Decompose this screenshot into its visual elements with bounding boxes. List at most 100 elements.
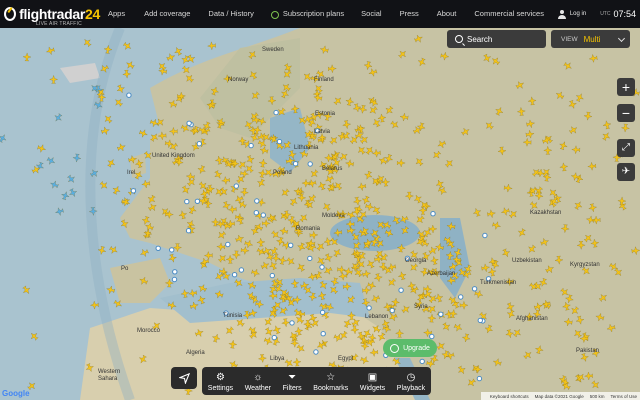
aircraft-icon[interactable]: [526, 119, 535, 129]
aircraft-icon[interactable]: [97, 246, 107, 256]
aircraft-icon[interactable]: [28, 330, 39, 341]
aircraft-icon[interactable]: [60, 190, 70, 201]
aircraft-icon[interactable]: [256, 178, 267, 189]
aircraft-icon[interactable]: [37, 144, 47, 154]
aircraft-icon[interactable]: [361, 195, 371, 205]
aircraft-icon[interactable]: [138, 128, 148, 138]
aircraft-icon[interactable]: [534, 345, 544, 355]
aircraft-icon[interactable]: [367, 281, 377, 291]
aircraft-icon[interactable]: [482, 53, 493, 64]
aircraft-icon[interactable]: [262, 246, 273, 257]
airport-marker[interactable]: [130, 188, 137, 194]
airport-marker[interactable]: [231, 272, 238, 278]
aircraft-icon[interactable]: [298, 212, 309, 223]
aircraft-icon[interactable]: [101, 126, 111, 136]
aircraft-icon[interactable]: [371, 204, 382, 215]
aircraft-icon[interactable]: [440, 51, 450, 61]
airport-marker[interactable]: [419, 358, 425, 365]
aircraft-icon[interactable]: [288, 196, 299, 207]
aircraft-icon[interactable]: [500, 207, 510, 217]
aircraft-icon[interactable]: [146, 194, 157, 205]
aircraft-icon[interactable]: [492, 221, 502, 231]
airport-marker[interactable]: [477, 317, 483, 324]
aircraft-icon[interactable]: [99, 63, 110, 74]
airport-marker[interactable]: [320, 331, 326, 337]
airport-marker[interactable]: [398, 287, 404, 293]
airport-marker[interactable]: [126, 92, 132, 98]
search-box[interactable]: Search: [447, 30, 546, 48]
aircraft-icon[interactable]: [139, 248, 150, 259]
aircraft-icon[interactable]: [196, 165, 206, 175]
aircraft-icon[interactable]: [391, 297, 400, 307]
aircraft-icon[interactable]: [545, 264, 556, 275]
aircraft-icon[interactable]: [204, 251, 213, 260]
terms-link[interactable]: Terms of Use: [610, 394, 637, 399]
aircraft-icon[interactable]: [565, 294, 575, 304]
aircraft-icon[interactable]: [232, 250, 241, 260]
aircraft-icon[interactable]: [601, 131, 612, 142]
airport-marker[interactable]: [171, 276, 178, 283]
aircraft-icon[interactable]: [166, 52, 176, 62]
aircraft-icon[interactable]: [350, 325, 360, 335]
airport-marker[interactable]: [184, 198, 190, 205]
aircraft-icon[interactable]: [497, 146, 507, 156]
aircraft-icon[interactable]: [113, 97, 124, 108]
aircraft-icon[interactable]: [103, 45, 113, 54]
aircraft-icon[interactable]: [363, 61, 373, 70]
aircraft-icon[interactable]: [399, 112, 409, 122]
aircraft-icon[interactable]: [214, 289, 224, 299]
aircraft-icon[interactable]: [591, 215, 601, 225]
aircraft-icon[interactable]: [562, 301, 572, 311]
aircraft-icon[interactable]: [308, 292, 317, 302]
aircraft-icon[interactable]: [243, 119, 254, 130]
aircraft-icon[interactable]: [106, 285, 116, 295]
aircraft-icon[interactable]: [631, 246, 640, 255]
airport-marker[interactable]: [172, 269, 178, 275]
aircraft-icon[interactable]: [416, 57, 427, 68]
aircraft-icon[interactable]: [265, 252, 275, 262]
aircraft-icon[interactable]: [384, 228, 394, 238]
aircraft-icon[interactable]: [494, 106, 505, 117]
aircraft-icon[interactable]: [315, 255, 326, 266]
aircraft-icon[interactable]: [356, 144, 367, 155]
aircraft-icon[interactable]: [211, 333, 221, 343]
airport-marker[interactable]: [307, 161, 313, 167]
aircraft-icon[interactable]: [487, 267, 497, 277]
aircraft-icon[interactable]: [245, 155, 256, 166]
aircraft-icon[interactable]: [446, 276, 456, 285]
aircraft-icon[interactable]: [590, 238, 600, 248]
aircraft-icon[interactable]: [224, 325, 235, 336]
aircraft-icon[interactable]: [590, 379, 601, 390]
aircraft-icon[interactable]: [0, 133, 8, 144]
aircraft-icon[interactable]: [345, 294, 356, 305]
aircraft-icon[interactable]: [155, 116, 166, 127]
playback-button[interactable]: ◷ Playback: [397, 373, 425, 393]
aircraft-icon[interactable]: [149, 132, 160, 143]
aircraft-icon[interactable]: [258, 354, 267, 363]
aircraft-icon[interactable]: [573, 200, 584, 211]
aircraft-icon[interactable]: [250, 90, 261, 101]
aircraft-icon[interactable]: [22, 52, 32, 62]
aircraft-icon[interactable]: [46, 155, 57, 166]
filters-button[interactable]: ⏷ Filters: [283, 373, 302, 393]
aircraft-icon[interactable]: [534, 191, 544, 201]
airport-marker[interactable]: [288, 242, 294, 249]
aircraft-icon[interactable]: [360, 355, 370, 365]
aircraft-icon[interactable]: [187, 204, 197, 215]
aircraft-icon[interactable]: [538, 278, 548, 288]
aircraft-icon[interactable]: [574, 92, 585, 103]
aircraft-icon[interactable]: [389, 119, 400, 130]
aircraft-icon[interactable]: [441, 321, 452, 332]
aircraft-icon[interactable]: [337, 265, 346, 274]
aircraft-icon[interactable]: [45, 46, 55, 56]
nav-apps[interactable]: Apps: [108, 9, 125, 18]
aircraft-icon[interactable]: [317, 291, 327, 300]
aircraft-icon[interactable]: [293, 295, 302, 305]
aircraft-icon[interactable]: [558, 140, 568, 151]
aircraft-icon[interactable]: [194, 328, 204, 338]
aircraft-icon[interactable]: [93, 100, 104, 111]
aircraft-icon[interactable]: [347, 311, 356, 320]
aircraft-icon[interactable]: [505, 302, 515, 312]
airport-marker[interactable]: [476, 375, 483, 382]
aircraft-icon[interactable]: [364, 145, 375, 156]
